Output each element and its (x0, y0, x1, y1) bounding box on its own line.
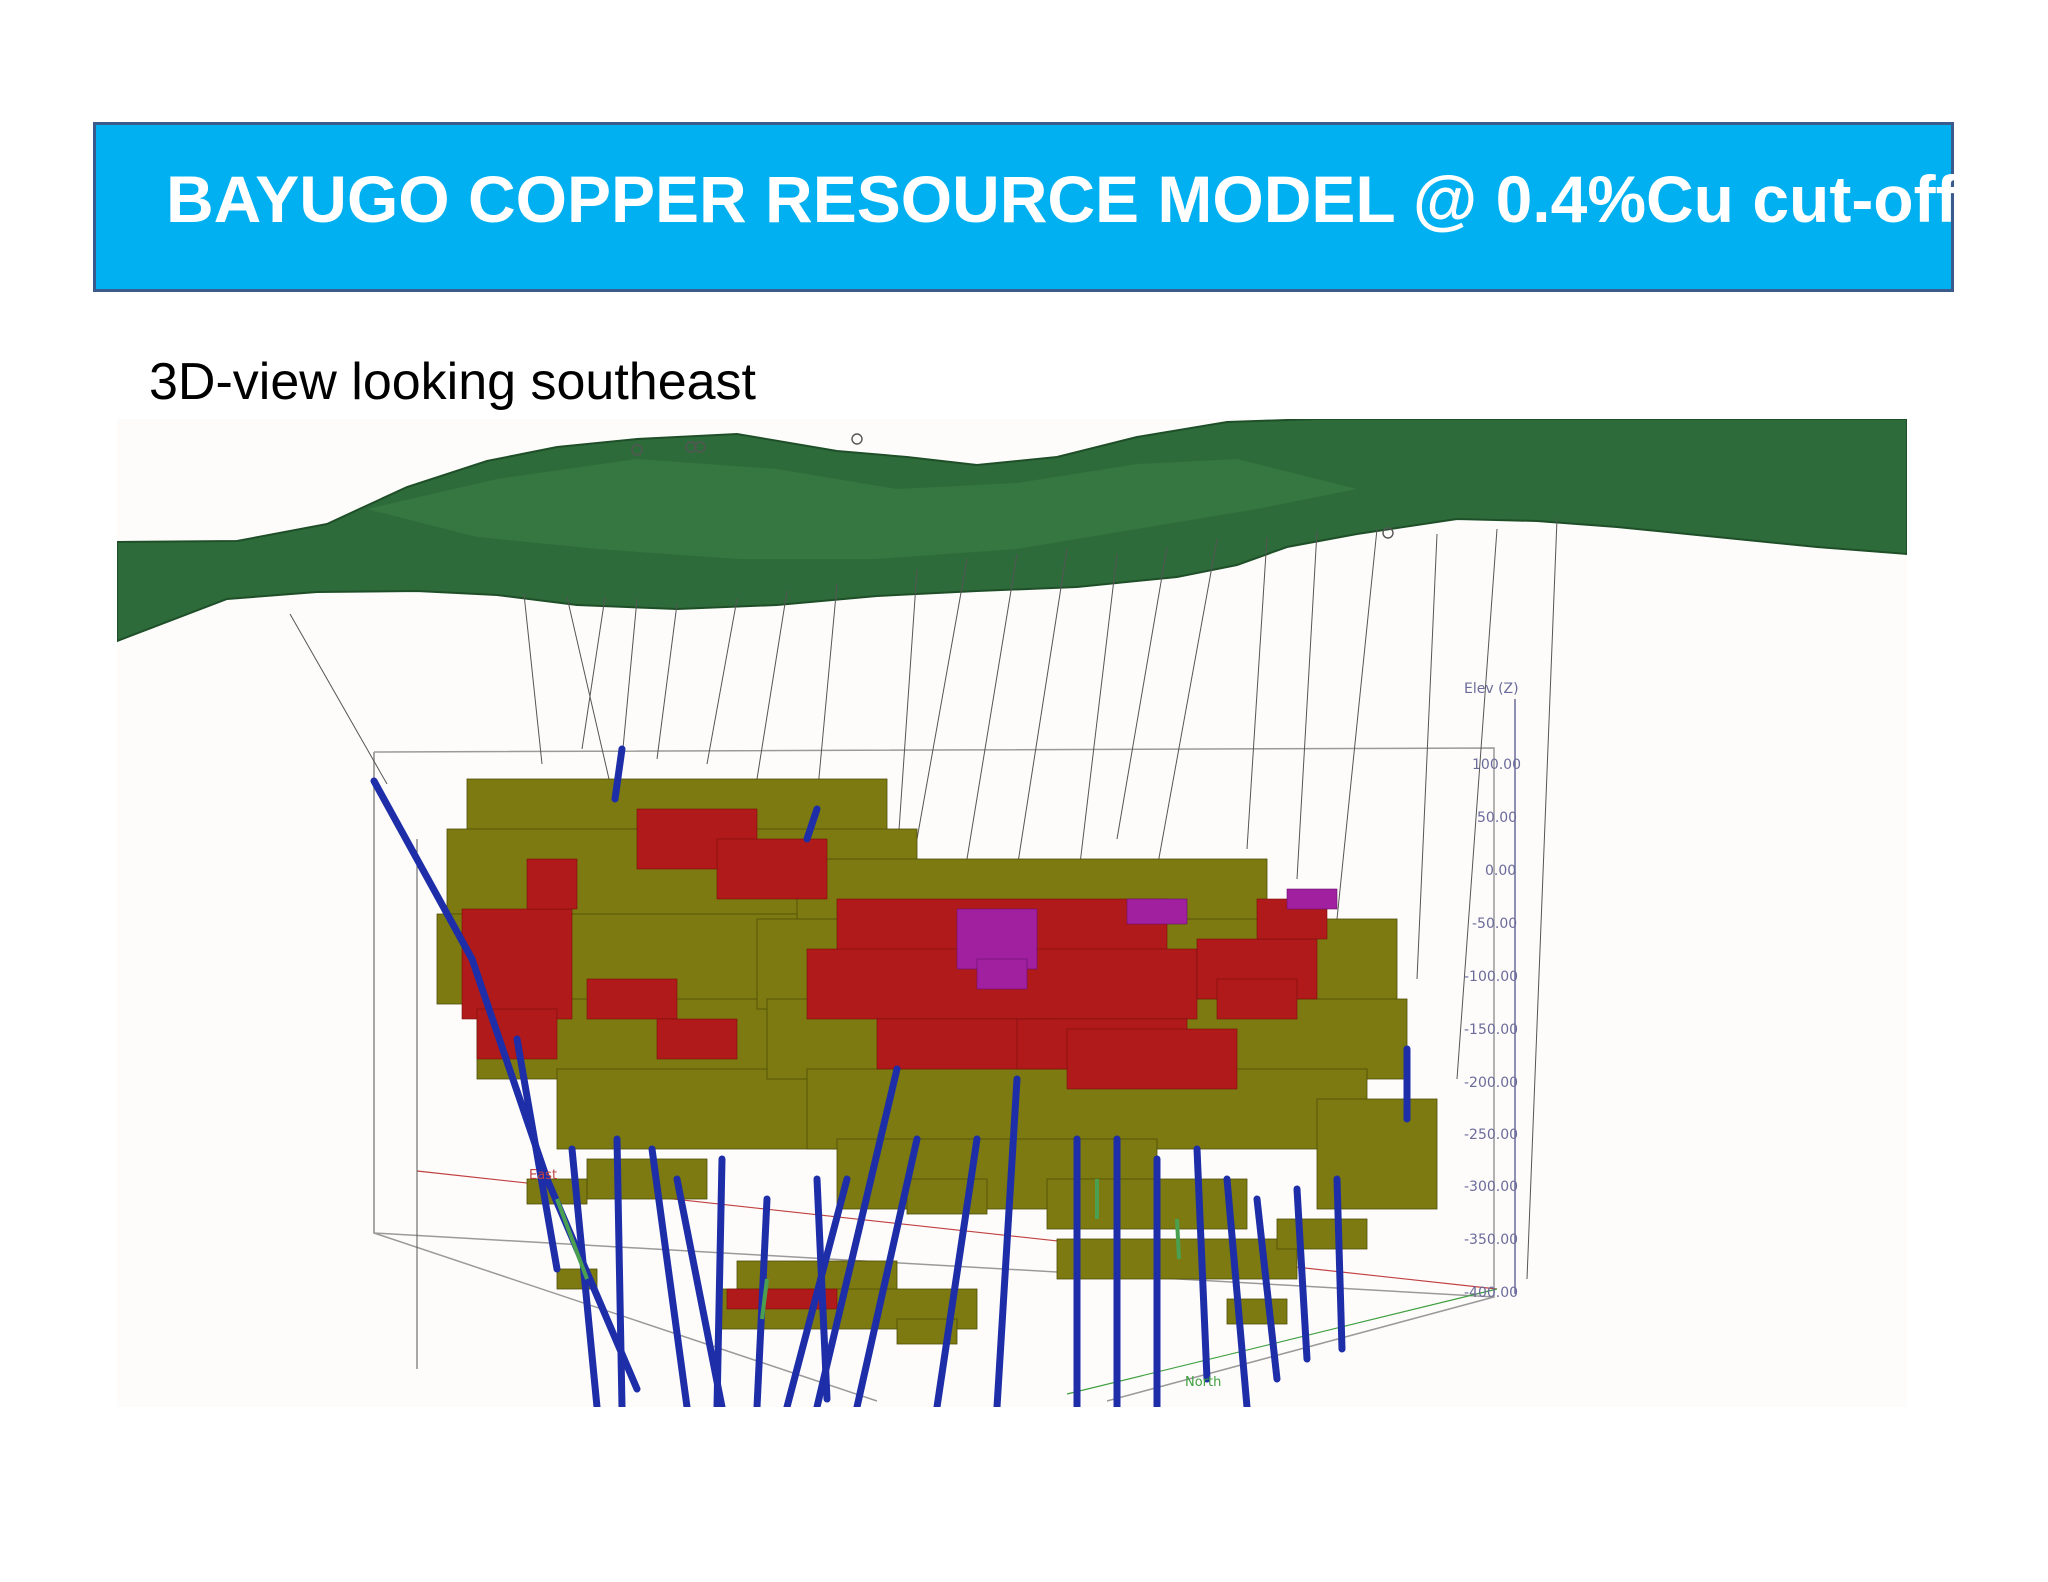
north-axis-label: North (1185, 1375, 1221, 1390)
elevation-tick-label: -100.00 (1464, 969, 1518, 985)
elevation-tick-label: -200.00 (1464, 1075, 1518, 1091)
elevation-tick-label: -350.00 (1464, 1232, 1518, 1248)
3d-model-viewport[interactable]: Elev (Z) 100.00 50.00 0.00 -50.00 -100.0… (117, 419, 1907, 1407)
east-axis-label: East (529, 1168, 557, 1183)
elevation-tick-label: 0.00 (1485, 863, 1516, 879)
elevation-tick-label: 100.00 (1472, 757, 1521, 773)
slide-title: BAYUGO COPPER RESOURCE MODEL @ 0.4%Cu cu… (166, 162, 1958, 236)
elevation-tick-label: 50.00 (1477, 810, 1517, 826)
elevation-tick-label: -50.00 (1472, 916, 1517, 932)
3d-model-canvas: Elev (Z) 100.00 50.00 0.00 -50.00 -100.0… (117, 419, 1907, 1407)
elevation-tick-label: -300.00 (1464, 1179, 1518, 1195)
slide-title-banner: BAYUGO COPPER RESOURCE MODEL @ 0.4%Cu cu… (93, 122, 1958, 292)
elevation-axis-label: Elev (Z) (1464, 681, 1519, 697)
elevation-tick-label: -250.00 (1464, 1127, 1518, 1143)
elevation-axis: Elev (Z) 100.00 50.00 0.00 -50.00 -100.0… (1464, 681, 1521, 1301)
elevation-tick-label: -400.00 (1464, 1285, 1518, 1301)
slide-subtitle: 3D-view looking southeast (149, 353, 756, 411)
elevation-tick-label: -150.00 (1464, 1022, 1518, 1038)
